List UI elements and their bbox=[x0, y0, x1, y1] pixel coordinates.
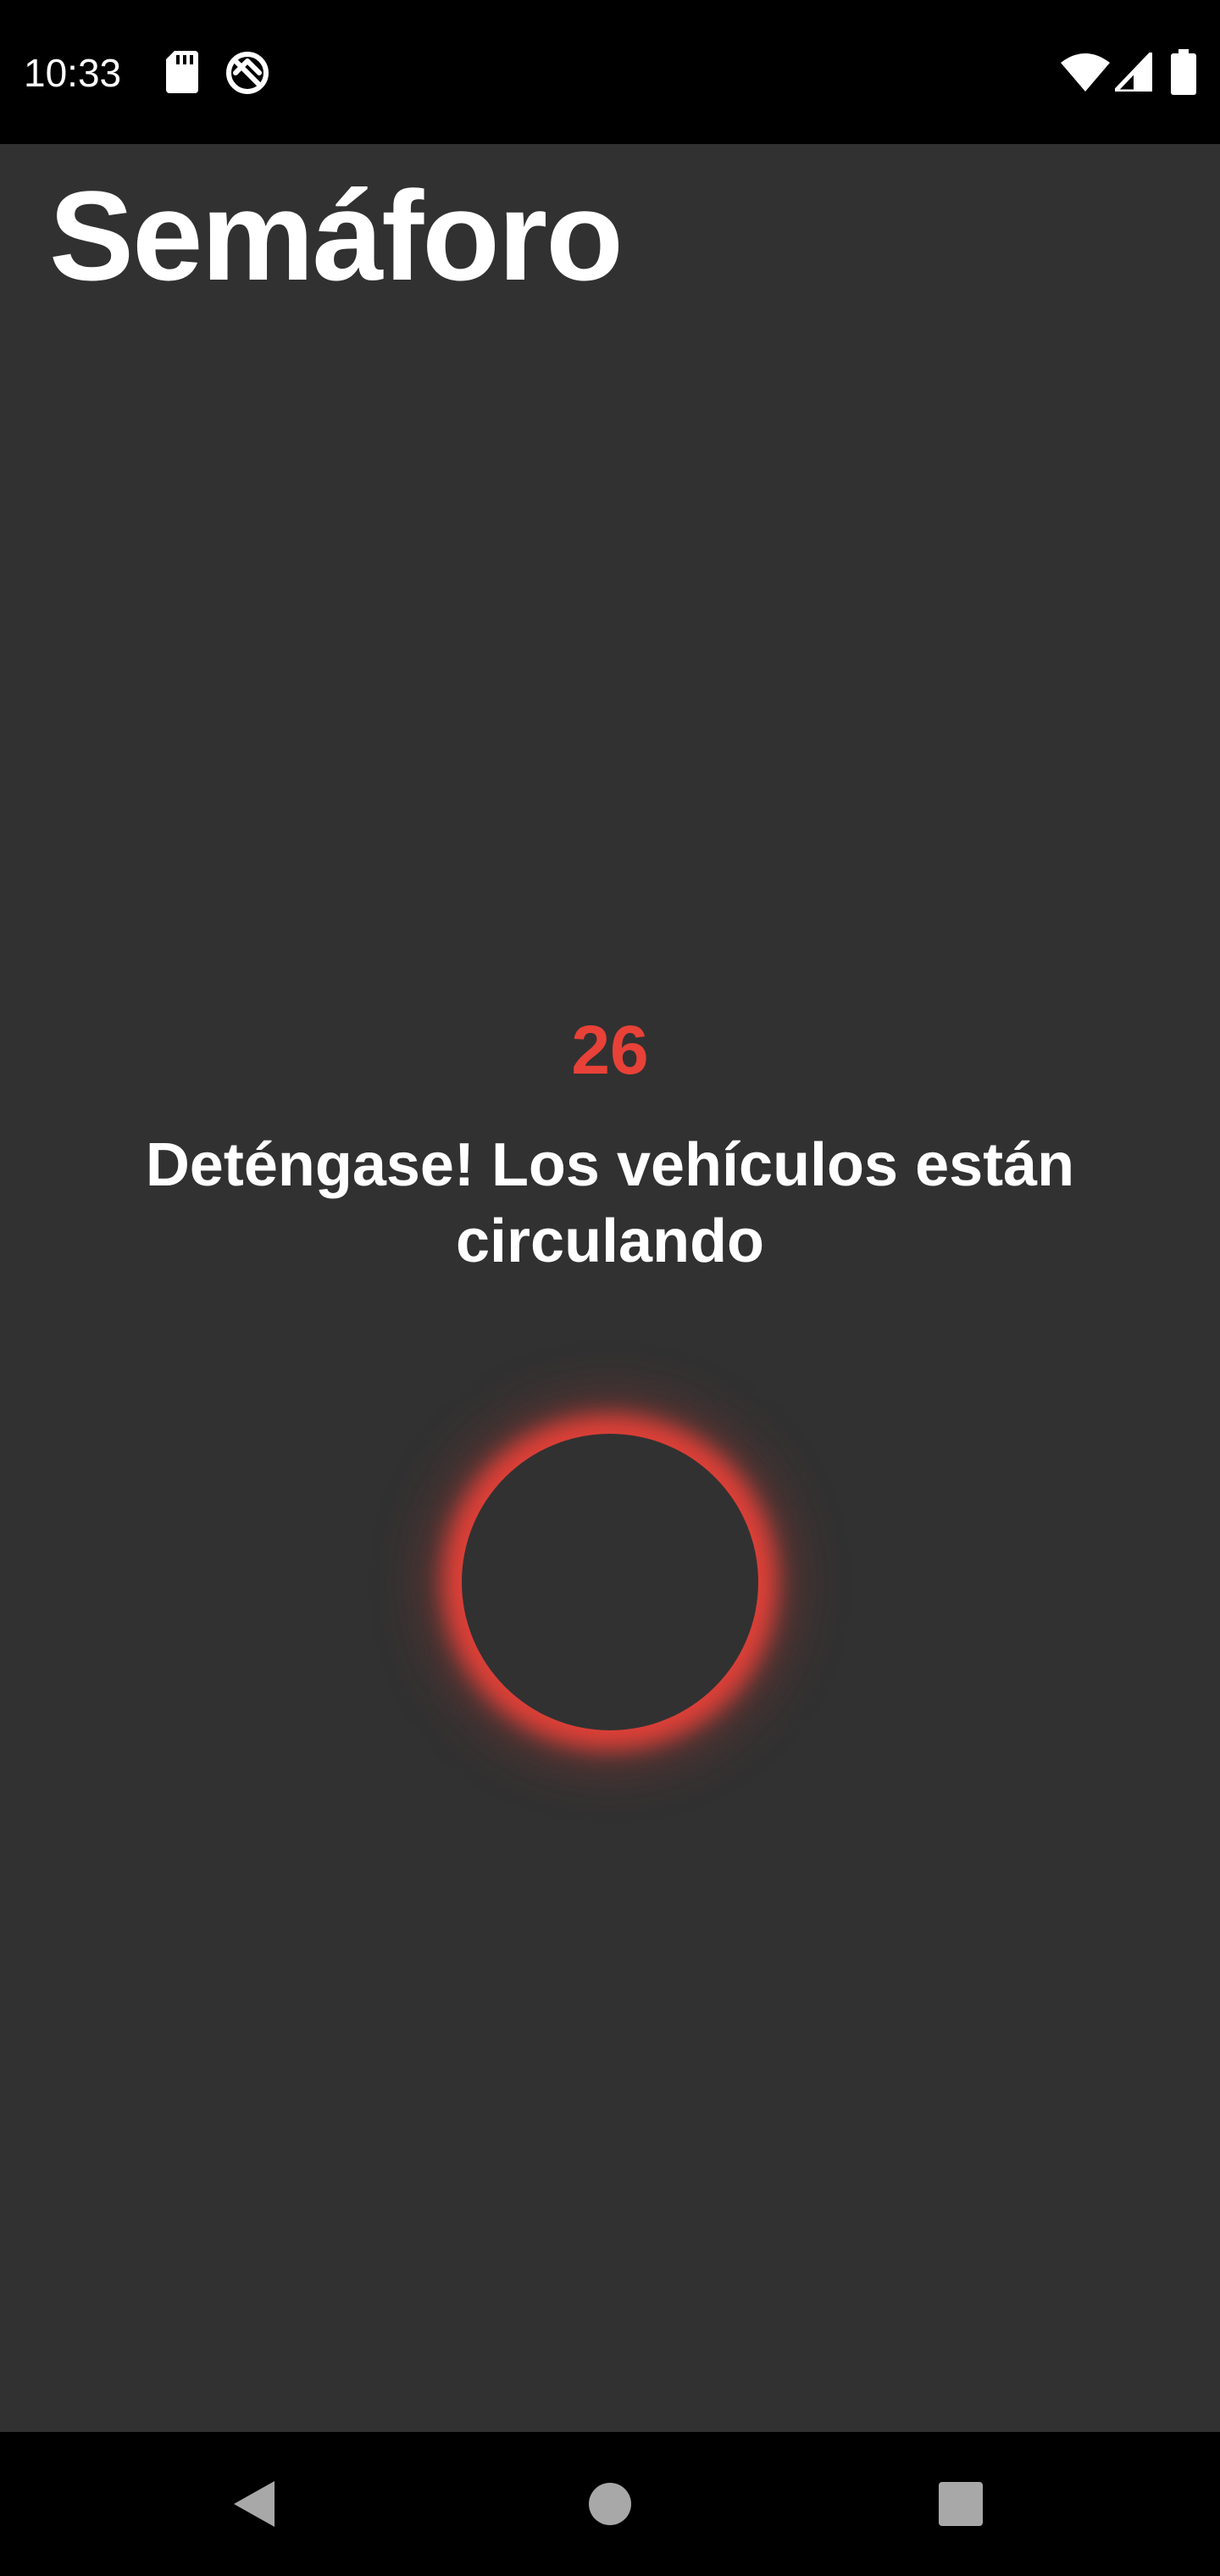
phone-screen: 10:33 Semáforo 26 Deténgase! Los vehícul… bbox=[0, 0, 1220, 2576]
status-bar: 10:33 bbox=[0, 0, 1220, 144]
back-button[interactable] bbox=[186, 2432, 322, 2576]
navigation-bar bbox=[0, 2432, 1220, 2576]
app-content: Semáforo 26 Deténgase! Los vehículos est… bbox=[0, 144, 1220, 2432]
countdown-value: 26 bbox=[571, 1012, 649, 1089]
home-button[interactable] bbox=[542, 2432, 678, 2576]
data-saver-icon bbox=[226, 52, 269, 94]
battery-icon bbox=[1171, 49, 1196, 95]
status-time: 10:33 bbox=[24, 51, 122, 95]
sd-card-icon bbox=[166, 51, 198, 93]
page-title: Semáforo bbox=[49, 164, 624, 307]
back-icon bbox=[234, 2481, 274, 2527]
recents-button[interactable] bbox=[893, 2432, 1029, 2576]
status-message: Deténgase! Los vehículos están circuland… bbox=[145, 1131, 1075, 1275]
traffic-light-red bbox=[462, 1434, 758, 1730]
cell-signal-icon bbox=[1115, 53, 1152, 92]
home-icon bbox=[589, 2483, 631, 2525]
recents-icon bbox=[939, 2482, 983, 2526]
wifi-icon bbox=[1061, 53, 1110, 92]
